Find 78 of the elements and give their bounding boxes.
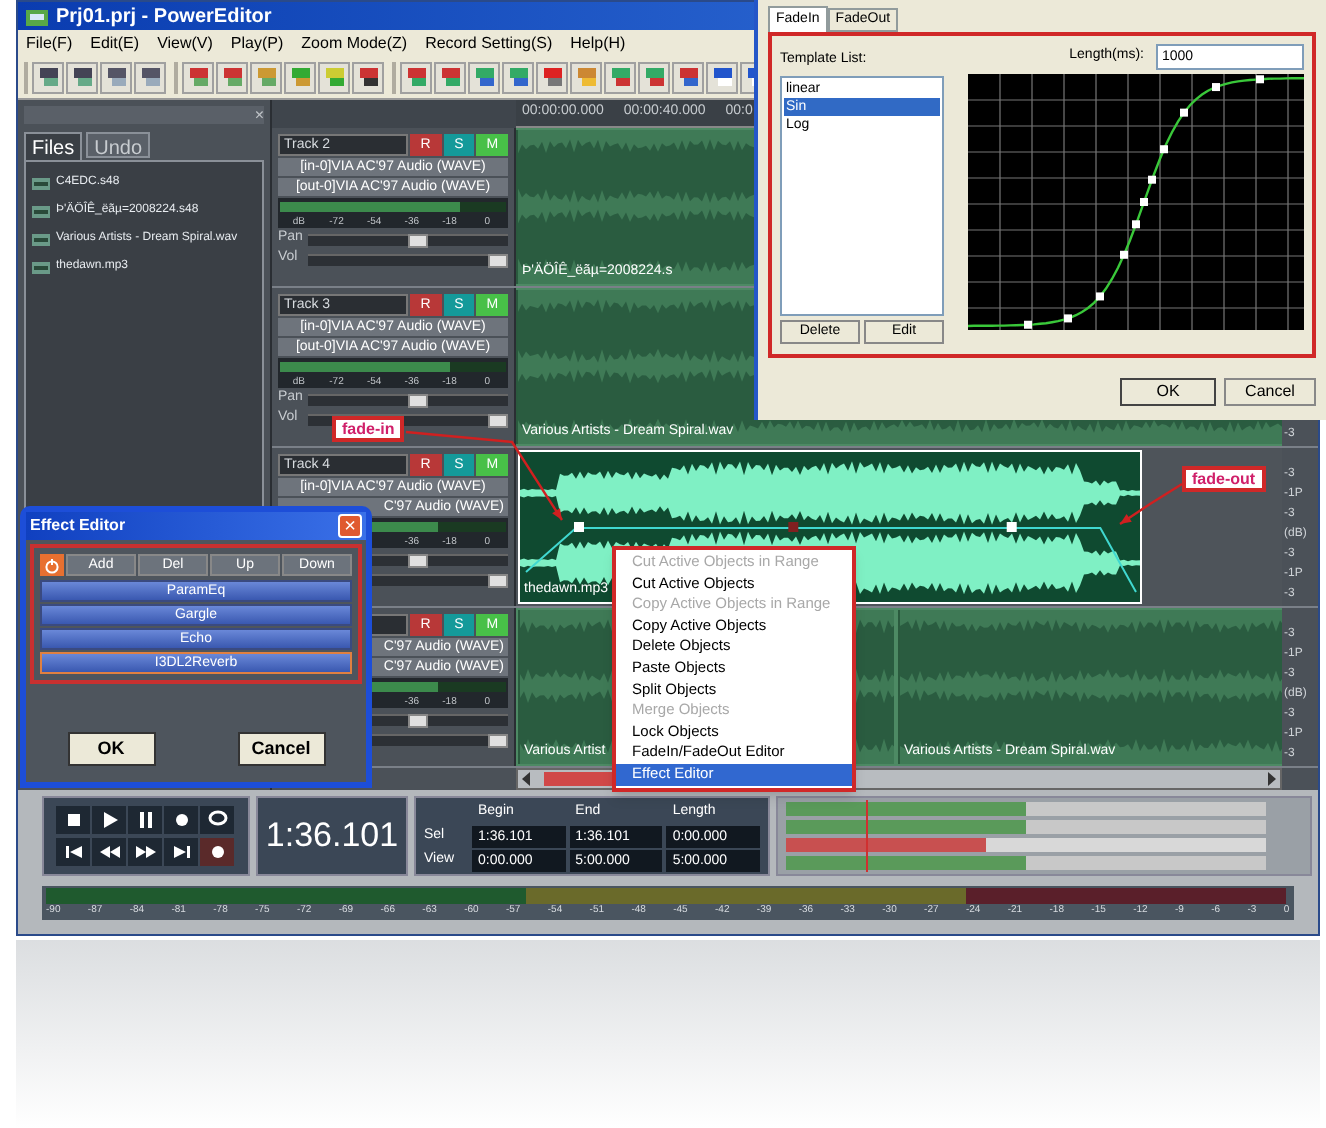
menu-item[interactable]: Zoom Mode(Z)	[301, 31, 408, 55]
menu-item[interactable]: View(V)	[157, 31, 213, 55]
ok-button[interactable]: OK	[1120, 378, 1216, 406]
tool-icon	[255, 66, 277, 88]
panel-tab[interactable]: Undo	[86, 132, 151, 158]
tool-icon	[289, 66, 311, 88]
pointer-arrow	[1119, 483, 1183, 525]
time-readout: 1:36.101	[265, 814, 399, 859]
play-button[interactable]	[92, 806, 126, 834]
menu-item[interactable]: File(F)	[26, 31, 73, 55]
toolbar-button[interactable]	[502, 61, 534, 93]
window-title: Prj01.prj - PowerEditor	[56, 3, 272, 31]
slider-thumb[interactable]	[408, 393, 428, 407]
slider-thumb[interactable]	[488, 573, 508, 587]
slider-thumb[interactable]	[488, 253, 508, 267]
toolbar-button[interactable]	[468, 61, 500, 93]
panel-close-button[interactable]: ×	[254, 107, 264, 123]
tool-icon	[37, 66, 59, 88]
callout-label: fade-in	[332, 416, 405, 442]
tool-icon	[643, 66, 665, 88]
tool-icon	[187, 66, 209, 88]
fast-forward-button[interactable]	[128, 838, 162, 866]
menu-item[interactable]: Play(P)	[230, 31, 284, 55]
slider-track[interactable]	[308, 233, 508, 245]
skip-forward-button[interactable]	[164, 838, 198, 866]
power-button[interactable]	[40, 554, 64, 576]
rewind-button[interactable]	[92, 838, 126, 866]
stop-button[interactable]	[56, 806, 90, 834]
tool-icon	[221, 66, 243, 88]
loop-button[interactable]	[200, 806, 234, 834]
tool-icon	[71, 66, 93, 88]
tool-icon	[711, 66, 733, 88]
cancel-button[interactable]: Cancel	[1224, 378, 1316, 406]
toolbar-button[interactable]	[66, 61, 98, 93]
skip-back-button[interactable]	[56, 838, 90, 866]
toolbar-button[interactable]	[706, 61, 738, 93]
callout-label: fade-out	[1182, 466, 1266, 492]
record-button[interactable]	[200, 838, 234, 866]
panel-tab[interactable]: Files	[24, 132, 83, 160]
toolbar-button[interactable]	[32, 61, 64, 93]
fast-forward-icon	[133, 840, 157, 864]
tool-icon	[507, 66, 529, 88]
toolbar-button[interactable]	[100, 61, 132, 93]
tool-icon	[473, 66, 495, 88]
slider-thumb[interactable]	[488, 733, 508, 747]
slider-thumb[interactable]	[408, 553, 428, 567]
dialog-title: Effect Editor	[30, 514, 126, 538]
menu-item[interactable]: Edit(E)	[90, 31, 140, 55]
power-icon	[44, 557, 60, 573]
tool-icon	[541, 66, 563, 88]
tool-icon	[357, 66, 379, 88]
record-button[interactable]	[164, 806, 198, 834]
pause-button[interactable]	[128, 806, 162, 834]
tool-icon	[139, 66, 161, 88]
tool-icon	[323, 66, 345, 88]
tool-icon	[609, 66, 631, 88]
slider-track[interactable]	[308, 253, 508, 265]
slider-track[interactable]	[308, 393, 508, 405]
toolbar-button[interactable]	[134, 61, 166, 93]
menu-item[interactable]: Help(H)	[570, 31, 626, 55]
ok-button[interactable]: OK	[67, 732, 155, 766]
slider-thumb[interactable]	[408, 233, 428, 247]
cancel-button[interactable]: Cancel	[237, 732, 325, 766]
tool-icon	[677, 66, 699, 88]
close-button[interactable]: ×	[338, 514, 362, 538]
menu-item[interactable]: Record Setting(S)	[425, 31, 553, 55]
tool-icon	[105, 66, 127, 88]
tool-icon	[439, 66, 461, 88]
rewind-icon	[97, 840, 121, 864]
app-icon	[26, 7, 48, 25]
skip-forward-icon	[169, 840, 193, 864]
skip-back-icon	[61, 840, 85, 864]
tool-icon	[405, 66, 427, 88]
slider-thumb[interactable]	[488, 413, 508, 427]
toolbar-button[interactable]	[352, 61, 384, 93]
slider-thumb[interactable]	[408, 713, 428, 727]
tool-icon	[575, 66, 597, 88]
toolbar-button[interactable]	[672, 61, 704, 93]
